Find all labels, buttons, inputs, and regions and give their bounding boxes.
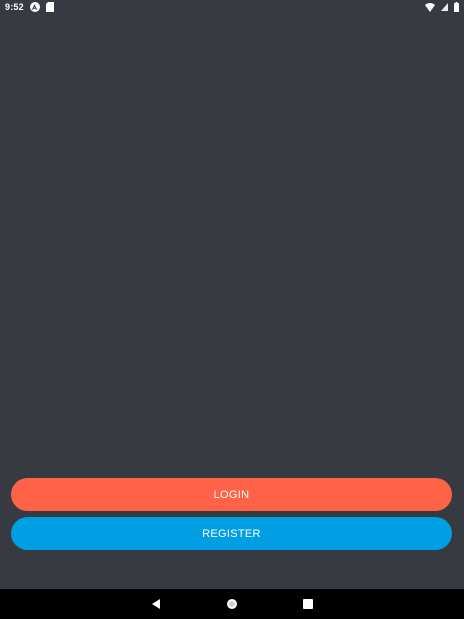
back-icon[interactable] [149, 597, 163, 611]
navigation-bar [0, 589, 464, 619]
battery-icon [454, 2, 459, 12]
login-button[interactable]: LOGIN [11, 478, 452, 511]
signal-icon [441, 3, 448, 11]
wifi-icon [425, 2, 435, 12]
status-right [425, 2, 459, 12]
status-bar: 9:52 [0, 0, 464, 14]
status-left: 9:52 [5, 2, 54, 12]
home-icon[interactable] [225, 597, 239, 611]
status-time: 9:52 [5, 2, 24, 12]
android-icon [29, 2, 40, 12]
register-button[interactable]: REGISTER [11, 517, 452, 550]
sd-card-icon [45, 2, 54, 12]
recents-icon[interactable] [301, 597, 315, 611]
